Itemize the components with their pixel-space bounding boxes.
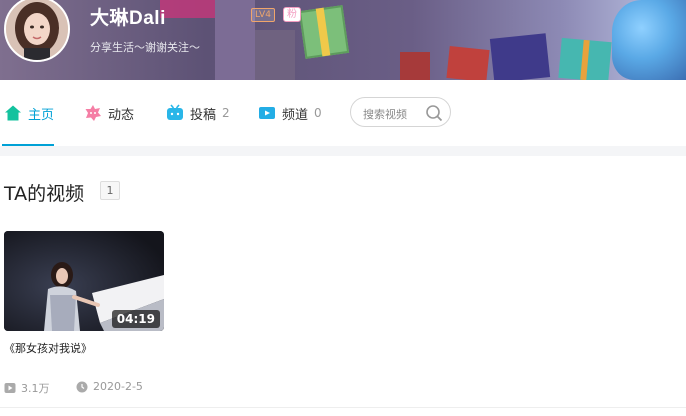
profile-nav: 主页 动态 投稿 2 频道 0 搜索视频 — [0, 80, 686, 146]
clock-icon — [76, 381, 88, 392]
video-thumbnail[interactable]: 04:19 — [4, 231, 164, 331]
tab-uploads-count: 2 — [222, 106, 230, 120]
section-title: TA的视频 — [4, 183, 85, 205]
tab-dynamic-label: 动态 — [108, 107, 135, 123]
banner-decoration — [215, 0, 255, 80]
search-placeholder: 搜索视频 — [363, 108, 407, 121]
dynamic-icon — [85, 105, 101, 121]
level-badge: LV4 — [251, 8, 275, 22]
search-icon[interactable] — [425, 104, 443, 122]
avatar-portrait-icon — [6, 0, 68, 60]
channel-icon — [259, 107, 275, 119]
bottom-divider — [0, 407, 686, 408]
play-count: 3.1万 — [4, 380, 50, 396]
gift-box-illustration — [400, 52, 430, 80]
play-icon — [4, 383, 16, 393]
video-duration: 04:19 — [111, 310, 160, 328]
signature: 分享生活～谢谢关注～ — [90, 41, 200, 54]
tab-uploads-label: 投稿 — [190, 107, 217, 123]
tab-dynamic[interactable]: 动态 — [84, 102, 134, 124]
tab-channels-label: 频道 — [282, 107, 309, 123]
username: 大琳Dali — [90, 8, 166, 29]
tab-home[interactable]: 主页 — [4, 102, 54, 124]
section-divider — [0, 146, 686, 156]
avatar[interactable] — [4, 0, 70, 62]
upload-icon — [167, 104, 183, 120]
fan-badge: 粉 — [283, 7, 301, 22]
tab-uploads[interactable]: 投稿 2 — [166, 102, 230, 124]
video-title-link[interactable]: 《那女孩对我说》 — [4, 340, 92, 356]
home-icon — [5, 105, 21, 121]
tab-channels-count: 0 — [314, 106, 322, 120]
tab-channels[interactable]: 频道 0 — [258, 102, 322, 124]
video-count-badge: 1 — [100, 181, 120, 200]
tab-home-label: 主页 — [28, 107, 55, 123]
banner-decoration — [160, 0, 215, 18]
publish-date-value: 2020-2-5 — [93, 380, 143, 393]
anime-character-illustration — [612, 0, 686, 80]
publish-date: 2020-2-5 — [76, 380, 143, 393]
gift-box-illustration — [446, 45, 490, 80]
play-count-value: 3.1万 — [21, 382, 50, 395]
gift-box-illustration — [489, 33, 551, 80]
banner-decoration — [255, 30, 295, 80]
video-search-box[interactable]: 搜索视频 — [350, 97, 451, 127]
profile-banner: 大琳Dali LV4 粉 分享生活～谢谢关注～ — [0, 0, 686, 80]
